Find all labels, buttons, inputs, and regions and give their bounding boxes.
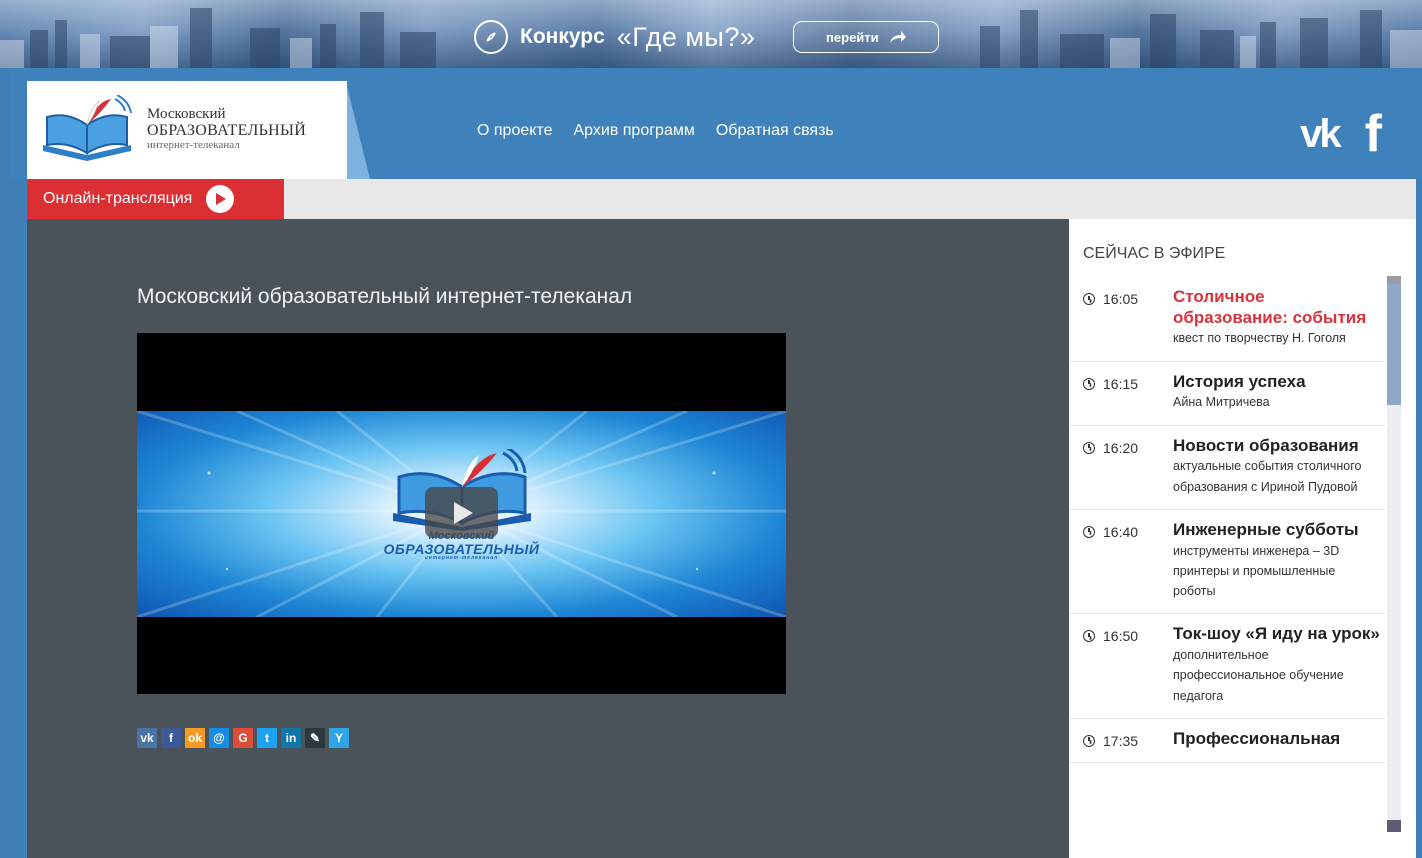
moimir-icon[interactable]: @ xyxy=(209,728,229,748)
schedule-body: Ток-шоу «Я иду на урок» дополнительное пр… xyxy=(1173,624,1385,705)
main-content: Московский образовательный интернет-теле… xyxy=(27,219,1069,858)
play-icon xyxy=(453,501,473,524)
schedule-body: Новости образования актуальные события ст… xyxy=(1173,436,1385,497)
livejournal-icon[interactable]: ✎ xyxy=(305,728,325,748)
schedule-time-text: 16:05 xyxy=(1103,291,1139,307)
video-poster: Московский ОБРАЗОВАТЕЛЬНЫЙ интернет-теле… xyxy=(137,411,786,617)
contest-label: Конкурс xyxy=(520,25,605,48)
schedule-time: 17:35 xyxy=(1083,733,1138,749)
schedule-time-text: 16:50 xyxy=(1103,628,1139,645)
schedule-time-text: 16:15 xyxy=(1103,375,1139,392)
clock-icon xyxy=(1083,525,1095,538)
program-description: инструменты инженера – 3D принтеры и про… xyxy=(1173,543,1340,599)
go-button-label: перейти xyxy=(826,29,879,45)
program-title[interactable]: Инженерные субботы xyxy=(1173,520,1381,541)
logo-text: Московский ОБРАЗОВАТЕЛЬНЫЙ интернет-теле… xyxy=(147,106,307,151)
schedule-body: Инженерные субботы инструменты инженера –… xyxy=(1173,520,1385,601)
clock-icon xyxy=(1083,734,1095,747)
logo-line-3: интернет-телеканал xyxy=(147,138,240,151)
site-header: Московский ОБРАЗОВАТЕЛЬНЫЙ интернет-теле… xyxy=(10,68,1422,179)
schedule-time-text: 16:20 xyxy=(1103,439,1139,456)
video-logo-line-2: ОБРАЗОВАТЕЛЬНЫЙ xyxy=(383,541,540,557)
program-description: актуальные события столичного образовани… xyxy=(1173,459,1362,494)
program-title[interactable]: Профессиональная xyxy=(1173,729,1381,750)
schedule-time-text: 17:35 xyxy=(1103,732,1139,749)
schedule-body: Столичное образование: события квест по т… xyxy=(1173,287,1385,349)
schedule-time: 16:05 xyxy=(1083,291,1138,307)
schedule-item[interactable]: 16:20 Новости образования актуальные событ… xyxy=(1069,426,1385,510)
google-plus-icon[interactable]: G xyxy=(233,728,253,748)
schedule-item[interactable]: 17:35 Профессиональная xyxy=(1069,719,1385,763)
clock-icon xyxy=(1083,630,1095,643)
facebook-icon[interactable]: f xyxy=(161,728,181,748)
schedule-item[interactable]: 16:05 Столичное образование: события квест… xyxy=(1069,277,1385,362)
contest-title: «Где мы?» xyxy=(616,21,756,52)
program-title[interactable]: Новости образования xyxy=(1173,436,1381,457)
schedule-time: 16:20 xyxy=(1083,440,1138,456)
compass-icon xyxy=(474,20,508,54)
schedule-time: 16:50 xyxy=(1083,628,1138,644)
on-air-sidebar: СЕЙЧАС В ЭФИРЕ 16:05 Столичное образовани… xyxy=(1069,219,1416,858)
clock-icon xyxy=(1083,377,1095,390)
program-description: Айна Митричева xyxy=(1173,395,1270,410)
main-nav: О проекте Архив программ Обратная связь xyxy=(477,122,834,140)
program-title[interactable]: Ток-шоу «Я иду на урок» xyxy=(1173,624,1381,645)
video-logo-line-3: интернет-телеканал xyxy=(424,555,499,561)
nav-item-archive[interactable]: Архив программ xyxy=(573,122,694,140)
tab-live-stream[interactable]: Онлайн-трансляция xyxy=(27,179,284,219)
schedule-item[interactable]: 16:40 Инженерные субботы инструменты инжен… xyxy=(1069,510,1385,615)
yandex-icon[interactable]: Y xyxy=(329,728,349,748)
contest-go-button[interactable]: перейти xyxy=(793,21,940,53)
schedule-time: 16:40 xyxy=(1083,524,1138,540)
live-tab-label: Онлайн-трансляция xyxy=(43,190,193,207)
page-title: Московский образовательный интернет-теле… xyxy=(137,285,633,308)
share-buttons: vk f ok @ Gt in ✎ Y xyxy=(137,728,349,748)
vk-icon[interactable]: vk xyxy=(137,728,157,748)
contest-promo: Конкурс «Где мы?» перейти xyxy=(474,18,940,56)
facebook-icon[interactable]: f xyxy=(1365,108,1382,160)
video-player[interactable]: Московский ОБРАЗОВАТЕЛЬНЫЙ интернет-теле… xyxy=(137,333,786,694)
on-air-title: СЕЙЧАС В ЭФИРЕ xyxy=(1083,245,1226,262)
scroll-thumb[interactable] xyxy=(1387,284,1401,405)
book-logo-icon xyxy=(43,95,132,161)
program-description: дополнительное профессиональное обучение… xyxy=(1173,648,1344,703)
schedule-time: 16:15 xyxy=(1083,376,1138,392)
logo-line-2: ОБРАЗОВАТЕЛЬНЫЙ xyxy=(147,121,307,139)
twitter-icon[interactable]: t xyxy=(257,728,277,748)
schedule-list: 16:05 Столичное образование: события квест… xyxy=(1069,277,1385,763)
clock-icon xyxy=(1083,441,1095,454)
schedule-body: Профессиональная xyxy=(1173,729,1385,750)
schedule-body: История успеха Айна Митричева xyxy=(1173,372,1385,413)
play-circle-icon xyxy=(206,185,235,213)
clock-icon xyxy=(1083,293,1095,305)
schedule-time-text: 16:40 xyxy=(1103,523,1139,540)
contest-banner[interactable]: Конкурс «Где мы?» перейти xyxy=(0,0,1422,68)
site-logo[interactable]: Московский ОБРАЗОВАТЕЛЬНЫЙ интернет-теле… xyxy=(27,81,347,179)
video-play-button[interactable] xyxy=(425,487,498,538)
odnoklassniki-icon[interactable]: ok xyxy=(185,728,205,748)
linkedin-icon[interactable]: in xyxy=(281,728,301,748)
vk-icon[interactable]: vk xyxy=(1300,112,1341,157)
social-links: vk f xyxy=(1300,108,1382,160)
nav-item-feedback[interactable]: Обратная связь xyxy=(716,122,834,140)
schedule-item[interactable]: 16:15 История успеха Айна Митричева xyxy=(1069,362,1385,426)
schedule-scrollbar[interactable] xyxy=(1387,276,1401,832)
program-title[interactable]: Столичное образование: события xyxy=(1173,287,1381,328)
schedule-item[interactable]: 16:50 Ток-шоу «Я иду на урок» дополнительн… xyxy=(1069,614,1385,719)
scroll-down-arrow[interactable] xyxy=(1387,820,1401,832)
program-description: квест по творчеству Н. Гоголя xyxy=(1173,331,1346,346)
logo-line-1: Московский xyxy=(147,106,226,122)
arrow-share-icon xyxy=(889,31,906,43)
program-title[interactable]: История успеха xyxy=(1173,372,1381,393)
nav-item-about[interactable]: О проекте xyxy=(477,122,552,140)
